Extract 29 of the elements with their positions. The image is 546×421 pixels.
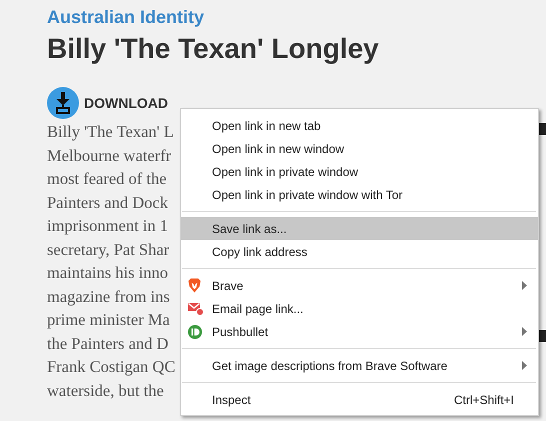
article-text-line: waterside, but the <box>47 380 165 402</box>
download-link[interactable]: DOWNLOAD <box>84 95 168 111</box>
article-text-line: prime minister Ma <box>47 309 171 331</box>
article-text-line: Billy 'The Texan' L <box>47 121 175 143</box>
article-text-line: maintains his inno <box>47 262 169 284</box>
lion-head-icon <box>188 278 201 293</box>
article-text-line: Melbourne waterfr <box>47 144 172 166</box>
article-title: Billy 'The Texan' Longley <box>47 32 380 66</box>
menu-item[interactable]: Inspect Ctrl+Shift+I <box>181 388 538 411</box>
menu-item[interactable]: Save link as... <box>181 217 538 240</box>
menu-item[interactable]: Get image descriptions from Brave Software <box>181 354 538 377</box>
article-text-line: imprisonment in 1 <box>47 215 169 237</box>
download-icon[interactable] <box>47 87 79 119</box>
article-text-line: Frank Costigan QC <box>47 356 176 378</box>
article-text-line: the Painters and D <box>47 332 170 354</box>
menu-item[interactable]: Open link in new tab <box>181 114 538 137</box>
menu-item[interactable]: Open link in new window <box>181 137 538 160</box>
article-text-line: secretary, Pat Shar <box>47 238 170 261</box>
article-text-line: most feared of the <box>47 168 168 190</box>
menu-item[interactable]: Brave <box>181 274 538 297</box>
pushbullet-icon <box>188 324 202 338</box>
menu-item[interactable]: Email page link... <box>181 297 538 320</box>
article-text-line: Painters and Dock <box>47 192 169 214</box>
mail-icon <box>188 302 204 316</box>
article-text-line: magazine from ins <box>47 286 171 308</box>
menu-item[interactable]: Copy link address <box>181 240 538 263</box>
menu-item[interactable]: Open link in private window <box>181 160 538 183</box>
menu-item[interactable]: Pushbullet <box>181 320 538 343</box>
menu-item[interactable]: Open link in private window with Tor <box>181 183 538 206</box>
